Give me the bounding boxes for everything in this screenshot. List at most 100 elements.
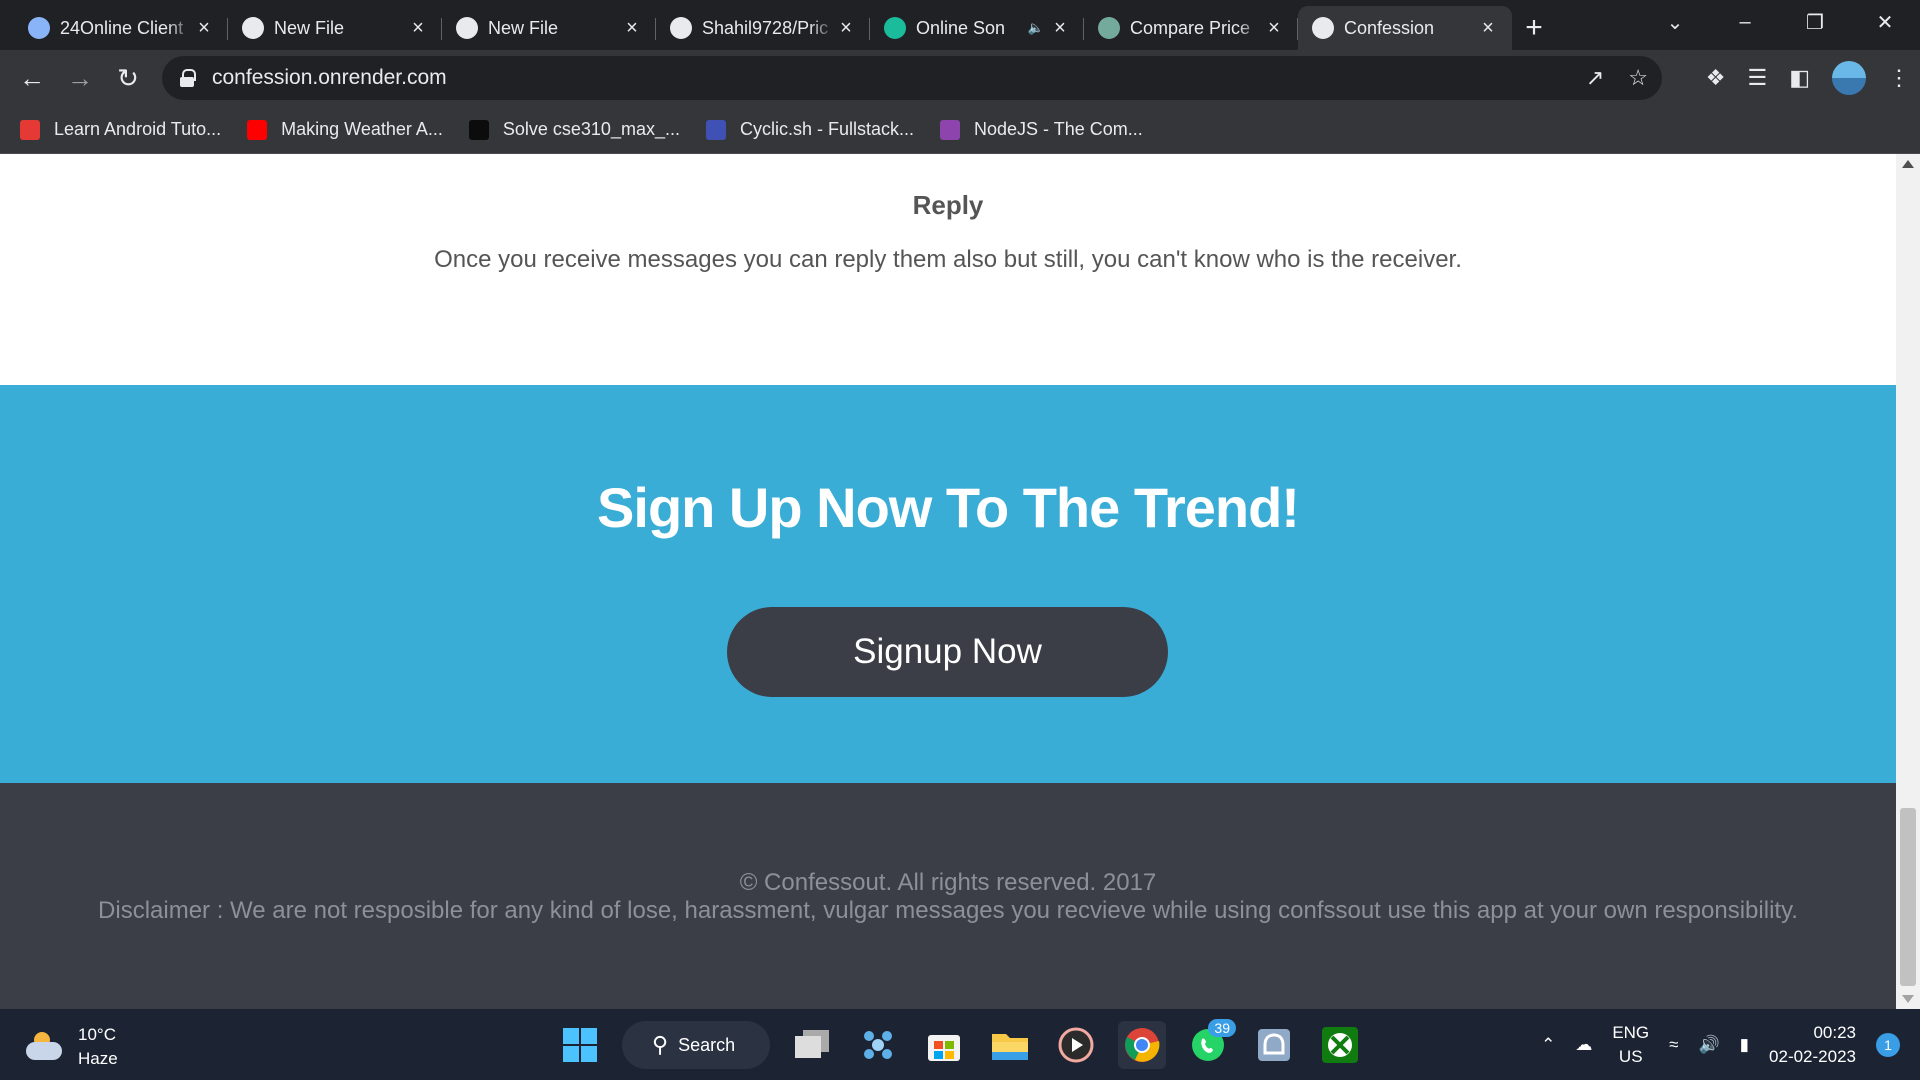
browser-tab[interactable]: Compare Price × — [1084, 6, 1298, 50]
reload-button[interactable]: ↻ — [104, 54, 152, 102]
browser-tab[interactable]: New File × — [228, 6, 442, 50]
lang-bottom: US — [1618, 1046, 1643, 1066]
tab-title: New File — [274, 17, 345, 38]
tab-title: New File — [488, 17, 559, 38]
close-tab-icon[interactable]: × — [194, 17, 214, 40]
system-clock[interactable]: 00:23 02-02-2023 — [1769, 1021, 1856, 1069]
github-icon — [456, 17, 478, 39]
address-bar[interactable]: confession.onrender.com ↗ ☆ — [162, 56, 1662, 100]
show-hidden-icons-chevron-icon[interactable]: ⌃ — [1541, 1035, 1555, 1055]
page-icon — [1312, 17, 1334, 39]
wifi-icon[interactable]: ≈ — [1669, 1035, 1678, 1055]
page-scrollbar[interactable] — [1896, 154, 1920, 1009]
microsoft-store-icon[interactable] — [920, 1021, 968, 1069]
weather-widget[interactable]: 10°C Haze — [24, 1023, 118, 1071]
footer-copyright: © Confessout. All rights reserved. 2017 — [739, 869, 1157, 896]
back-button[interactable]: ← — [8, 54, 56, 102]
footer-disclaimer: Disclaimer : We are not resposible for a… — [98, 897, 1798, 924]
tab-title: Online Son — [916, 17, 1006, 38]
extensions-puzzle-icon[interactable]: ❖ — [1706, 65, 1726, 91]
search-icon: ⚲ — [652, 1032, 669, 1057]
tab-title: Compare Price — [1130, 17, 1251, 38]
bookmark-label: Learn Android Tuto... — [54, 119, 222, 139]
url-text[interactable]: confession.onrender.com — [212, 66, 447, 90]
start-windows-icon[interactable] — [556, 1021, 604, 1069]
online-icon — [884, 17, 906, 39]
browser-tab[interactable]: Shahil9728/Pric × — [656, 6, 870, 50]
youtube-icon — [247, 119, 268, 140]
github-icon — [242, 17, 264, 39]
profile-avatar[interactable] — [1832, 61, 1866, 95]
close-window-button[interactable]: ✕ — [1850, 0, 1920, 44]
taskbar-search-label: Search — [678, 1034, 736, 1055]
lang-top: ENG — [1612, 1022, 1650, 1042]
widgets-icon[interactable] — [854, 1021, 902, 1069]
close-tab-icon[interactable]: × — [622, 17, 642, 40]
bookmarks-bar: Learn Android Tuto... Making Weather A...… — [0, 106, 1920, 154]
taskbar-search[interactable]: ⚲ Search — [622, 1021, 770, 1069]
minimize-button[interactable]: – — [1710, 0, 1780, 44]
scrollbar-thumb[interactable] — [1900, 808, 1916, 986]
volume-icon[interactable]: 🔊 — [1699, 1035, 1720, 1055]
new-tab-button[interactable]: + — [1512, 6, 1556, 50]
windows-taskbar: 10°C Haze ⚲ Search 39 ⌃ ☁ ENG US ≈ 🔊 ▮ 0… — [0, 1009, 1920, 1080]
bookmark-item[interactable]: Solve cse310_max_... — [468, 119, 680, 140]
tab-title: Confession — [1344, 17, 1435, 38]
cloud-icon — [28, 17, 50, 39]
whatsapp-icon[interactable]: 39 — [1184, 1019, 1236, 1069]
github-icon — [670, 17, 692, 39]
close-tab-icon[interactable]: × — [1478, 17, 1498, 40]
menu-kebab-icon[interactable]: ⋮ — [1888, 65, 1910, 91]
bookmark-label: Making Weather A... — [281, 119, 443, 139]
clock-date: 02-02-2023 — [1769, 1046, 1856, 1066]
cyclic-icon — [705, 119, 726, 140]
window-controls: ⌄ – ❐ ✕ — [1640, 0, 1920, 44]
app-shield-icon[interactable] — [1250, 1021, 1298, 1069]
lock-icon — [180, 69, 196, 87]
xbox-icon[interactable] — [1316, 1021, 1364, 1069]
notification-count-badge[interactable]: 1 — [1876, 1032, 1900, 1057]
battery-icon[interactable]: ▮ — [1740, 1035, 1749, 1055]
browser-tab[interactable]: Online Son 🔈 × — [870, 6, 1084, 50]
forward-button[interactable]: → — [56, 54, 104, 102]
onedrive-cloud-icon[interactable]: ☁ — [1575, 1035, 1592, 1055]
restore-button[interactable]: ❐ — [1780, 0, 1850, 44]
share-icon[interactable]: ↗ — [1586, 65, 1604, 91]
task-view-icon[interactable] — [788, 1021, 836, 1069]
tab-title: Shahil9728/Pric — [702, 17, 829, 38]
close-tab-icon[interactable]: × — [836, 17, 856, 40]
signup-section: Sign Up Now To The Trend! Signup Now — [0, 385, 1896, 783]
tab-search-chevron-icon[interactable]: ⌄ — [1640, 0, 1710, 44]
bookmark-star-icon[interactable]: ☆ — [1628, 65, 1648, 91]
close-tab-icon[interactable]: × — [408, 17, 428, 40]
udemy-icon — [940, 119, 961, 140]
browser-tab[interactable]: 24Online Client × — [14, 6, 228, 50]
side-panel-icon[interactable]: ◧ — [1789, 65, 1810, 91]
close-tab-icon[interactable]: × — [1264, 17, 1284, 40]
signup-now-button[interactable]: Signup Now — [727, 607, 1168, 697]
reply-heading: Reply — [912, 190, 984, 220]
file-explorer-icon[interactable] — [986, 1021, 1034, 1069]
hackerearth-icon — [468, 119, 489, 140]
language-indicator[interactable]: ENG US — [1612, 1021, 1649, 1069]
scroll-down-arrow-icon[interactable] — [1902, 995, 1914, 1003]
chrome-icon[interactable] — [1118, 1021, 1166, 1069]
bookmark-label: NodeJS - The Com... — [974, 119, 1143, 139]
close-tab-icon[interactable]: × — [1050, 17, 1070, 40]
browser-tab[interactable]: New File × — [442, 6, 656, 50]
page-viewport: Reply Once you receive messages you can … — [0, 154, 1896, 1009]
bookmark-label: Solve cse310_max_... — [502, 119, 680, 139]
media-control-icon[interactable]: ☰ — [1747, 65, 1767, 91]
weather-condition: Haze — [78, 1049, 118, 1068]
bookmark-item[interactable]: Learn Android Tuto... — [20, 119, 221, 140]
reply-description: Once you receive messages you can reply … — [434, 246, 1462, 273]
tab-strip: 24Online Client × New File × New File × Shahil… — [0, 0, 1920, 50]
media-player-icon[interactable] — [1052, 1021, 1100, 1069]
bookmark-item[interactable]: Cyclic.sh - Fullstack... — [705, 119, 914, 140]
bookmark-item[interactable]: NodeJS - The Com... — [940, 119, 1143, 140]
browser-tab[interactable]: Confession × — [1298, 6, 1512, 50]
scroll-up-arrow-icon[interactable] — [1902, 160, 1914, 168]
bookmark-item[interactable]: Making Weather A... — [247, 119, 443, 140]
weather-cloud-icon — [24, 1032, 64, 1062]
audio-playing-icon[interactable]: 🔈 — [1028, 20, 1044, 36]
